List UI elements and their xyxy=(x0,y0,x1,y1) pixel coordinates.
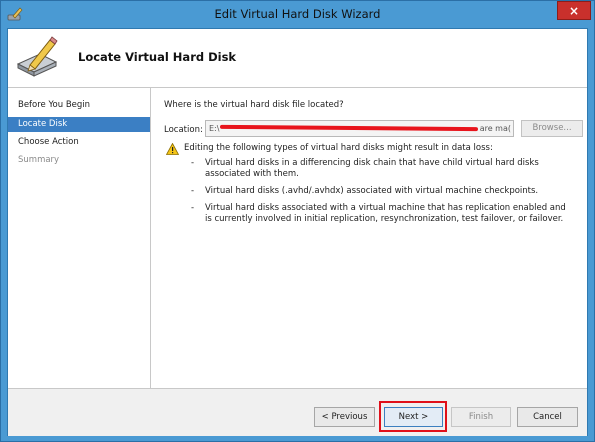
location-input[interactable]: E:\ are ma( xyxy=(205,120,514,137)
nav-item-locate-disk[interactable]: Locate Disk xyxy=(8,117,150,132)
browse-button[interactable]: Browse... xyxy=(521,120,583,137)
next-button-highlight xyxy=(379,401,447,432)
title-bar[interactable]: Edit Virtual Hard Disk Wizard × xyxy=(1,1,594,28)
list-item: Virtual hard disks associated with a vir… xyxy=(191,203,571,225)
warning-icon xyxy=(166,143,179,155)
nav-item-before-you-begin[interactable]: Before You Begin xyxy=(8,98,150,113)
button-bar: < Previous Next > Finish Cancel xyxy=(8,388,587,436)
location-label: Location: xyxy=(164,125,203,135)
close-icon: × xyxy=(568,3,580,18)
window-title: Edit Virtual Hard Disk Wizard xyxy=(214,7,381,21)
previous-button[interactable]: < Previous xyxy=(314,407,375,427)
nav-item-summary: Summary xyxy=(18,155,60,165)
list-item: Virtual hard disks (.avhd/.avhdx) associ… xyxy=(191,186,571,197)
disk-pencil-icon xyxy=(16,36,58,77)
warning-text: Editing the following types of virtual h… xyxy=(184,143,493,153)
location-value-start: E:\ xyxy=(209,124,220,133)
warning-list: Virtual hard disks in a differencing dis… xyxy=(191,158,571,231)
nav-item-choose-action[interactable]: Choose Action xyxy=(8,135,150,150)
wizard-steps-nav: Before You Begin Locate Disk Choose Acti… xyxy=(8,88,150,388)
wizard-header: Locate Virtual Hard Disk xyxy=(8,29,587,88)
close-button[interactable]: × xyxy=(557,1,591,20)
page-title: Locate Virtual Hard Disk xyxy=(78,50,237,64)
main-panel: Where is the virtual hard disk file loca… xyxy=(150,88,587,388)
list-item: Virtual hard disks in a differencing dis… xyxy=(191,158,571,180)
cancel-button[interactable]: Cancel xyxy=(517,407,578,427)
location-question: Where is the virtual hard disk file loca… xyxy=(164,100,344,110)
redaction-mark xyxy=(219,124,479,132)
location-value-end: are ma( xyxy=(479,124,511,133)
wizard-window: Edit Virtual Hard Disk Wizard × Locate V… xyxy=(0,0,595,442)
wizard-client-area: Locate Virtual Hard Disk Before You Begi… xyxy=(7,28,588,436)
finish-button: Finish xyxy=(451,407,511,427)
